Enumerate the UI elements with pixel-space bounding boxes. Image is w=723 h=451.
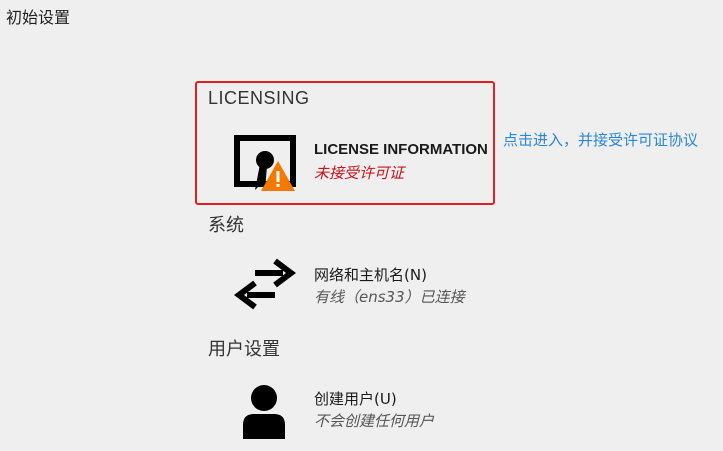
create-user-title: 创建用户(U) <box>314 390 397 408</box>
user-icon <box>241 383 287 443</box>
network-arrows-icon <box>233 255 297 319</box>
section-title-system: 系统 <box>208 215 244 236</box>
network-hostname-spoke[interactable]: 网络和主机名(N) 有线（ens33）已连接 <box>233 255 493 315</box>
annotation-text: 点击进入，并接受许可证协议 <box>503 131 699 149</box>
page-title: 初始设置 <box>6 8 71 27</box>
section-title-user-settings: 用户设置 <box>208 339 280 360</box>
network-status: 有线（ens33）已连接 <box>314 288 465 306</box>
network-hostname-title: 网络和主机名(N) <box>314 266 427 284</box>
create-user-spoke[interactable]: 创建用户(U) 不会创建任何用户 <box>233 381 493 441</box>
create-user-status: 不会创建任何用户 <box>314 412 435 430</box>
licensing-highlight-box <box>195 81 495 205</box>
